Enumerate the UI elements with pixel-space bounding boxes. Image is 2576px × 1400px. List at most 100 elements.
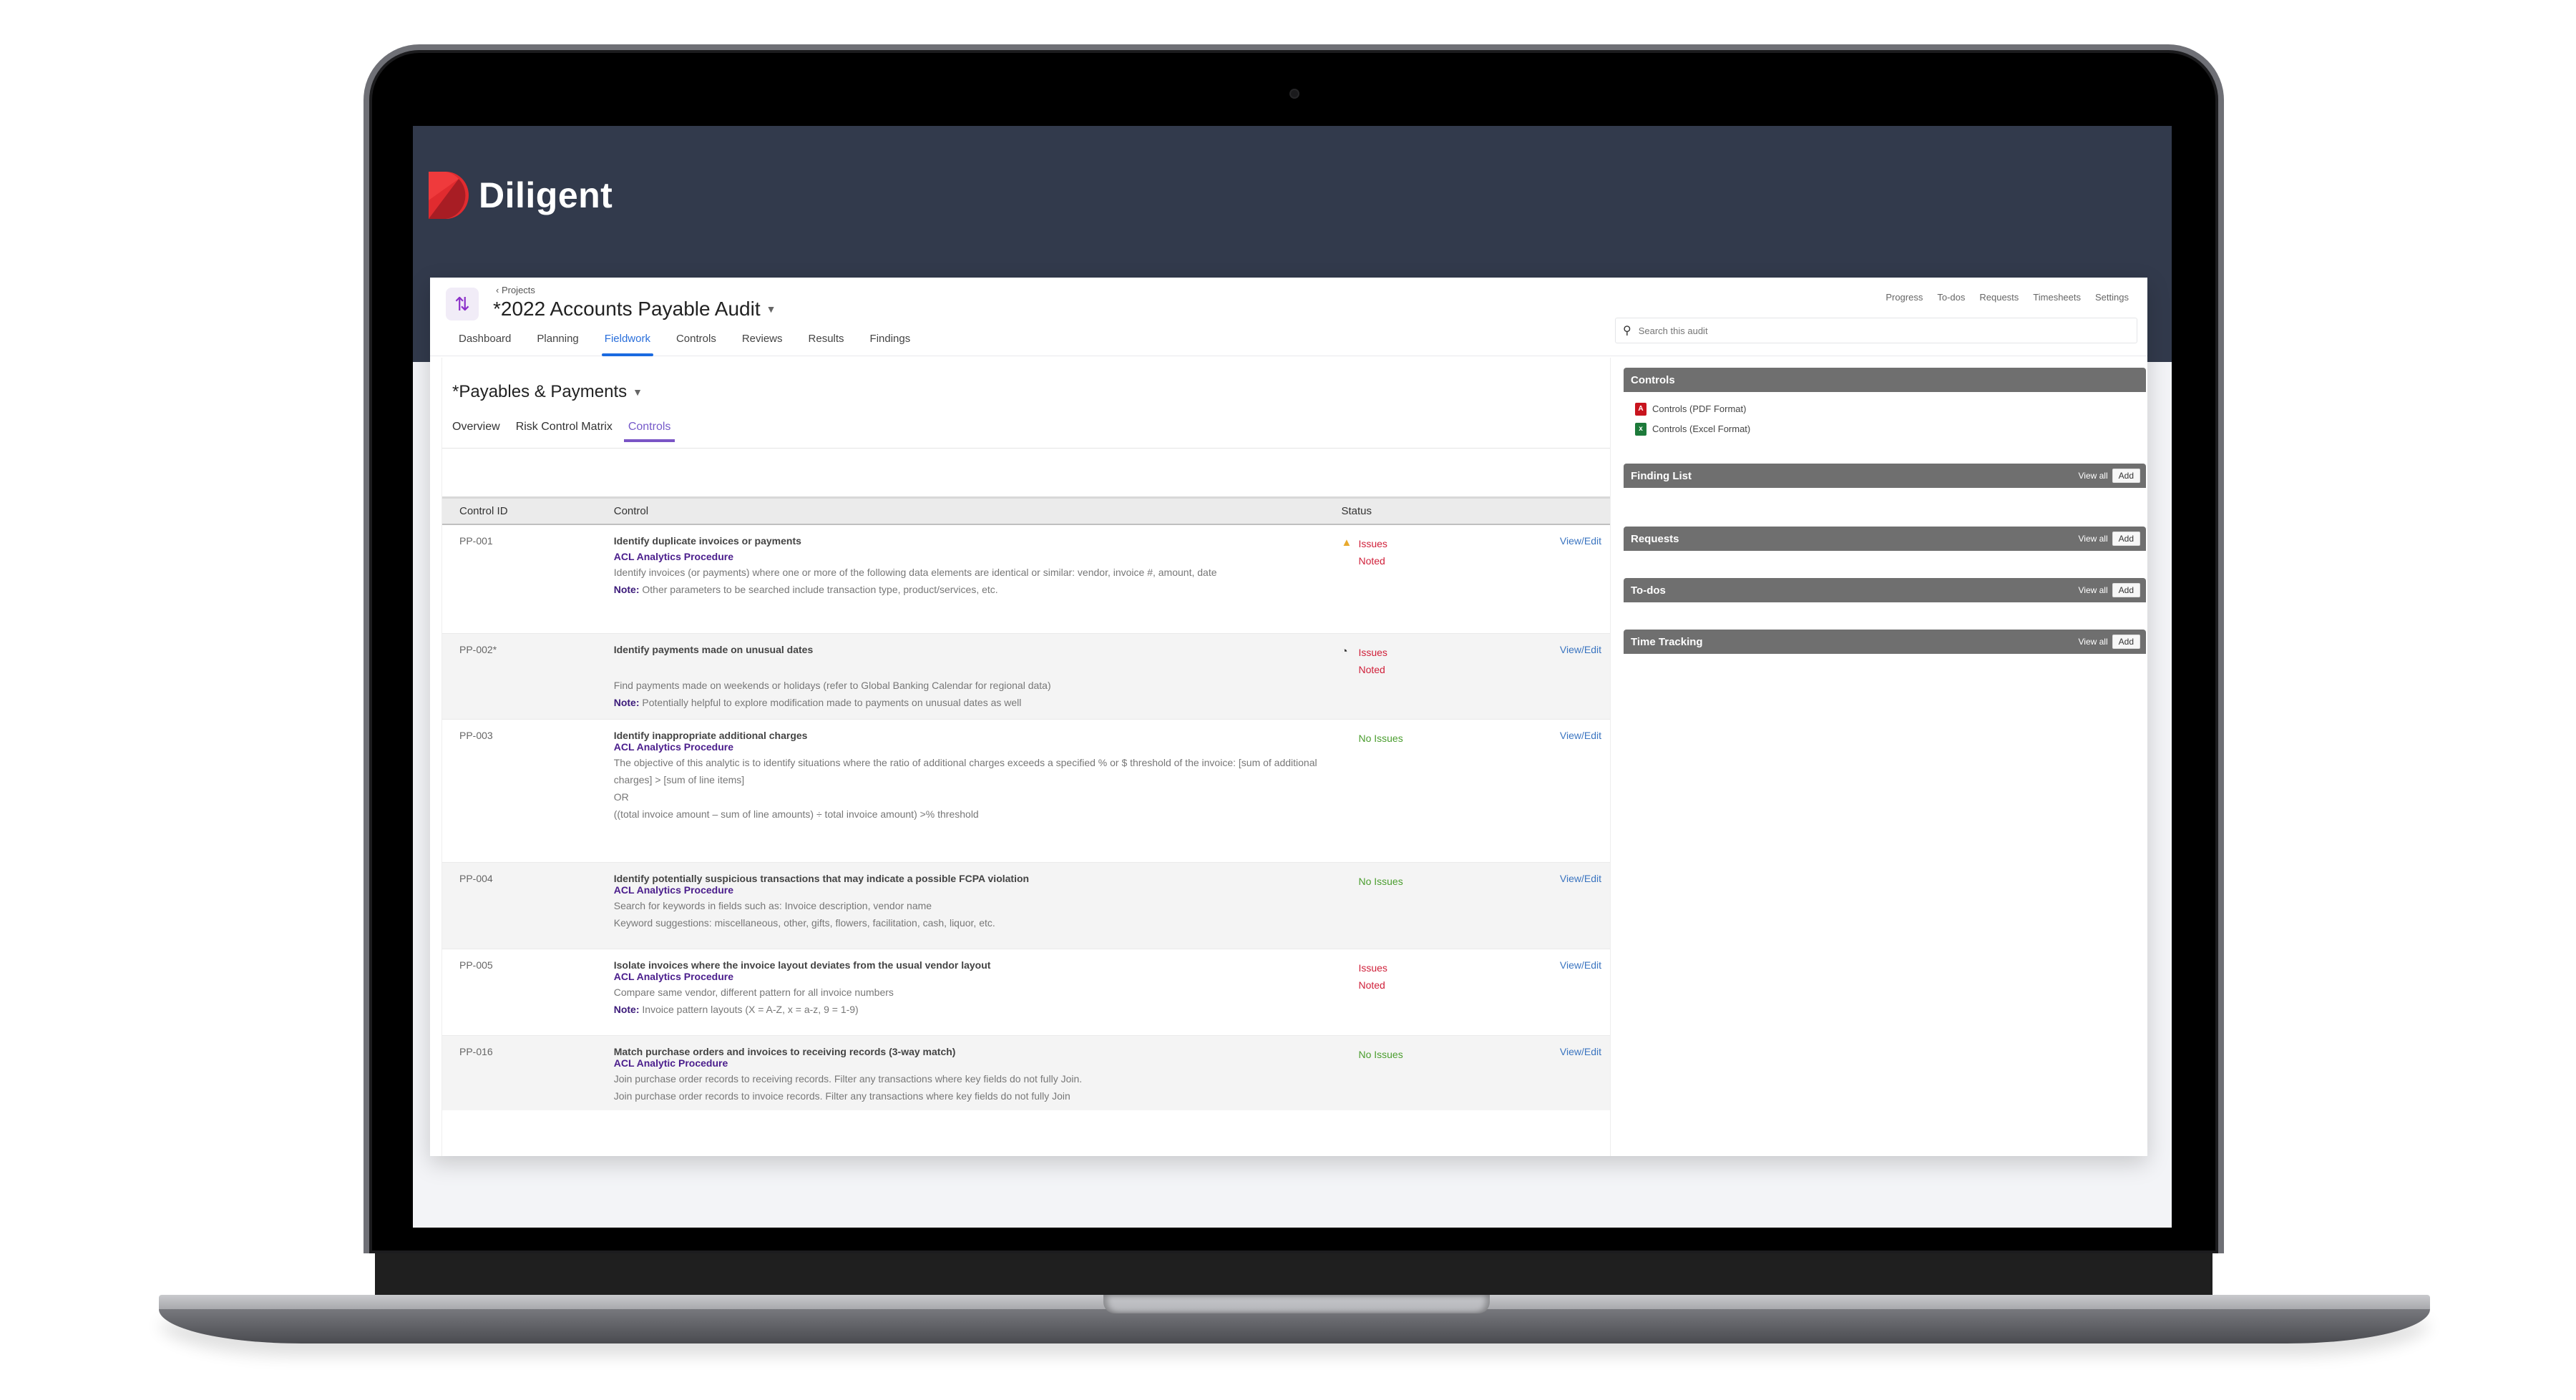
laptop-notch <box>1103 1295 1490 1313</box>
column-header-control-id[interactable]: Control ID <box>442 505 614 517</box>
search-input[interactable] <box>1638 325 2068 336</box>
control-cell: Identify potentially suspicious transact… <box>614 873 1342 931</box>
tab-planning[interactable]: Planning <box>524 331 591 355</box>
view-all-link[interactable]: View all <box>2079 585 2108 595</box>
view-edit-link[interactable]: View/Edit <box>1560 959 1601 971</box>
view-edit-link[interactable]: View/Edit <box>1560 873 1601 884</box>
widget-header: To-dos View all Add <box>1624 578 2146 602</box>
project-tabs: Dashboard Planning Fieldwork Controls Re… <box>459 331 924 356</box>
note-text: Other parameters to be searched include … <box>642 584 998 595</box>
tab-fieldwork[interactable]: Fieldwork <box>592 331 663 356</box>
status-spacer <box>1341 873 1354 890</box>
add-button[interactable]: Add <box>2112 469 2140 483</box>
controls-pdf-link[interactable]: A Controls (PDF Format) <box>1635 399 2135 419</box>
controls-excel-link[interactable]: x Controls (Excel Format) <box>1635 419 2135 439</box>
control-id: PP-002* <box>459 644 497 655</box>
status-text: Issues Noted <box>1358 538 1387 567</box>
breadcrumb-projects[interactable]: ‹ Projects <box>496 285 535 295</box>
view-all-link[interactable]: View all <box>2079 471 2108 481</box>
procedure-label: ACL Analytic Procedure <box>613 1057 728 1069</box>
status-cell: No Issues <box>1341 730 1520 747</box>
control-title: Isolate invoices where the invoice layou… <box>613 959 991 971</box>
add-button[interactable]: Add <box>2112 532 2140 546</box>
link-timesheets[interactable]: Timesheets <box>2033 292 2081 303</box>
control-cell: Identify payments made on unusual dates … <box>614 644 1342 711</box>
status-text: No Issues <box>1358 1049 1403 1060</box>
status-cell: ◔ Issues Noted <box>1341 644 1520 678</box>
control-id: PP-004 <box>459 873 493 884</box>
control-note: Note: Invoice pattern layouts (X = A-Z, … <box>614 1001 1342 1018</box>
column-header-control[interactable]: Control <box>614 505 1342 517</box>
control-description: Compare same vendor, different pattern f… <box>613 987 894 998</box>
search-box: ⚲ <box>1615 318 2137 343</box>
subtab-overview[interactable]: Overview <box>452 421 500 441</box>
note-label: Note: <box>613 584 640 595</box>
add-button[interactable]: Add <box>2112 583 2140 597</box>
control-description: Join purchase order records to receiving… <box>613 1073 1083 1085</box>
tab-findings[interactable]: Findings <box>857 331 924 355</box>
status-badge: No Issues <box>1341 730 1520 747</box>
view-edit-link[interactable]: View/Edit <box>1560 730 1601 741</box>
project-title[interactable]: *2022 Accounts Payable Audit ▼ <box>493 298 776 320</box>
view-all-link[interactable]: View all <box>2079 534 2108 544</box>
note-label: Note: <box>613 1004 640 1015</box>
control-description: ((total invoice amount – sum of line amo… <box>613 808 979 820</box>
control-title: Identify payments made on unusual dates <box>613 644 814 655</box>
top-links: Progress To-dos Requests Timesheets Sett… <box>1885 292 2129 303</box>
procedure-label: ACL Analytics Procedure <box>613 884 734 896</box>
status-cell: No Issues <box>1341 1046 1520 1063</box>
widget-header: Requests View all Add <box>1624 527 2146 551</box>
sidebar: Controls A Controls (PDF Format) x Contr… <box>1624 368 2146 681</box>
note-label: Note: <box>613 697 640 708</box>
in-progress-icon: ◔ <box>1341 645 1348 657</box>
widget-header: Finding List View all Add <box>1624 464 2146 488</box>
control-description: OR <box>613 791 629 803</box>
tab-reviews[interactable]: Reviews <box>729 331 796 355</box>
add-button[interactable]: Add <box>2112 635 2140 649</box>
control-id: PP-016 <box>459 1046 493 1057</box>
tab-dashboard[interactable]: Dashboard <box>459 331 524 355</box>
link-progress[interactable]: Progress <box>1885 292 1923 303</box>
subtab-risk-control-matrix[interactable]: Risk Control Matrix <box>516 421 613 441</box>
laptop-base-lower <box>159 1309 2430 1343</box>
status-text: No Issues <box>1358 876 1403 887</box>
control-id: PP-005 <box>459 959 493 971</box>
view-edit-link[interactable]: View/Edit <box>1560 1046 1601 1057</box>
status-cell: Issues Noted <box>1341 959 1520 994</box>
tab-results[interactable]: Results <box>796 331 857 355</box>
time-tracking-widget: Time Tracking View all Add <box>1624 630 2146 664</box>
subtab-controls[interactable]: Controls <box>623 421 675 442</box>
controls-table: Control ID Control Status PP-001 Identif… <box>442 496 1610 1110</box>
laptop-chin <box>375 1253 2212 1295</box>
widget-title: To-dos <box>1631 584 1666 597</box>
status-spacer <box>1341 730 1354 747</box>
link-settings[interactable]: Settings <box>2095 292 2129 303</box>
widget-title: Controls <box>1631 373 1675 386</box>
link-label: Controls (Excel Format) <box>1652 424 1751 434</box>
table-row: PP-005 Isolate invoices where the invoic… <box>442 949 1610 1036</box>
link-todos[interactable]: To-dos <box>1937 292 1965 303</box>
view-all-link[interactable]: View all <box>2079 637 2108 647</box>
status-spacer <box>1341 1046 1354 1063</box>
table-row: PP-002* Identify payments made on unusua… <box>442 634 1610 720</box>
widget-body: A Controls (PDF Format) x Controls (Exce… <box>1624 392 2146 446</box>
status-badge: No Issues <box>1341 873 1520 890</box>
project-header: ⇅ ‹ Projects *2022 Accounts Payable Audi… <box>430 278 2147 356</box>
control-title: Identify potentially suspicious transact… <box>613 873 1030 884</box>
column-header-status[interactable]: Status <box>1341 505 1520 517</box>
caret-down-icon: ▼ <box>766 303 776 315</box>
view-edit-link[interactable]: View/Edit <box>1560 535 1601 547</box>
widget-title: Finding List <box>1631 469 1692 482</box>
status-badge: ▲ Issues Noted <box>1341 535 1520 569</box>
tab-controls[interactable]: Controls <box>663 331 729 355</box>
status-cell: ▲ Issues Noted <box>1341 535 1520 569</box>
widget-title: Requests <box>1631 532 1679 545</box>
diligent-logo: Diligent <box>429 172 613 219</box>
widget-body <box>1624 602 2146 612</box>
requests-widget: Requests View all Add <box>1624 527 2146 561</box>
view-edit-link[interactable]: View/Edit <box>1560 644 1601 655</box>
link-requests[interactable]: Requests <box>1979 292 2019 303</box>
control-title: Match purchase orders and invoices to re… <box>613 1046 956 1057</box>
section-title[interactable]: *Payables & Payments ▼ <box>452 382 643 402</box>
control-note: Note: Other parameters to be searched in… <box>614 581 1342 598</box>
